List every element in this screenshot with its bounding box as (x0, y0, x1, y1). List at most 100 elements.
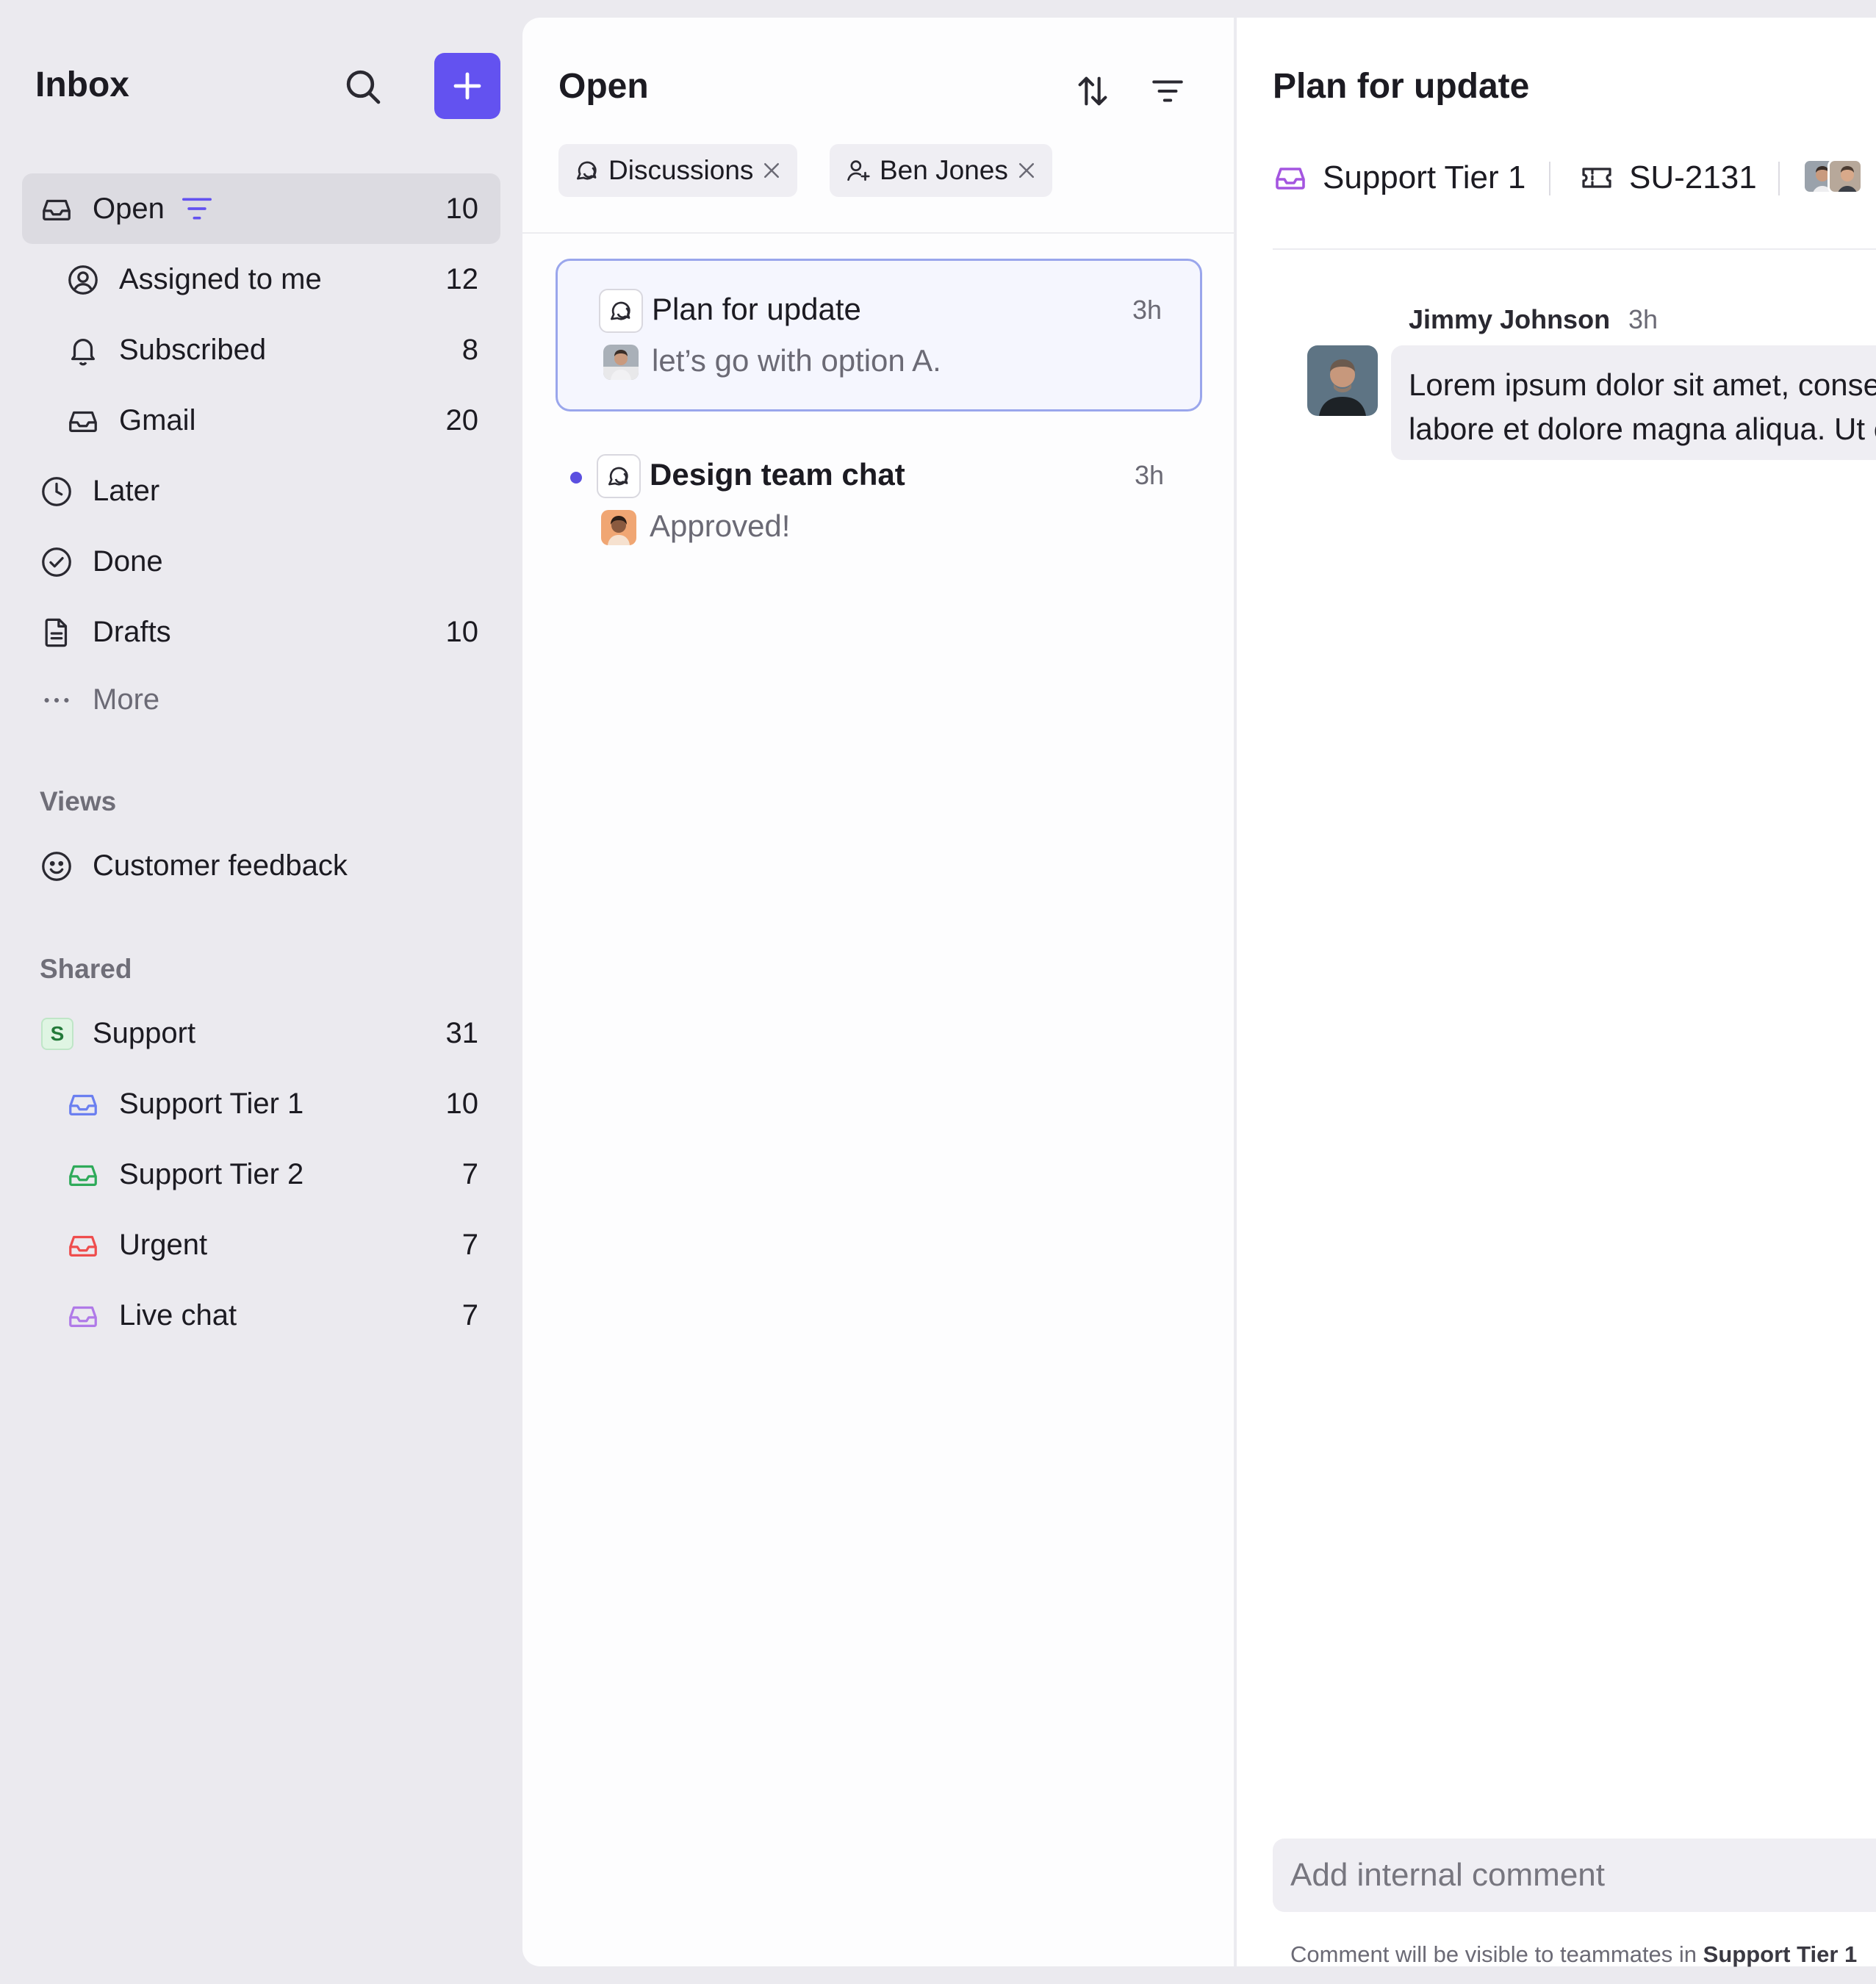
inbox-icon (1276, 168, 1305, 190)
sidebar-item-count: 7 (461, 1158, 478, 1190)
sidebar-item-urgent[interactable]: Urgent 7 (22, 1210, 500, 1280)
sidebar-item-label: Live chat (119, 1299, 237, 1331)
divider (1273, 248, 1876, 250)
inbox-icon (69, 1165, 97, 1187)
sidebar-item-later[interactable]: Later (22, 456, 500, 526)
sidebar-item-done[interactable]: Done (22, 526, 500, 597)
close-icon[interactable] (1016, 159, 1038, 181)
sidebar-item-support-tier-2[interactable]: Support Tier 2 7 (22, 1139, 500, 1210)
inbox-icon (69, 1235, 97, 1257)
sidebar-item-label: Gmail (119, 404, 196, 436)
conversation-item-design-team-chat[interactable]: Design team chat 3h Approved! (556, 426, 1202, 579)
sidebar-item-subscribed[interactable]: Subscribed 8 (22, 315, 500, 385)
comment-hint: Comment will be visible to teammates in … (1290, 1941, 1857, 1968)
sidebar-item-gmail[interactable]: Gmail 20 (22, 385, 500, 456)
views-heading: Views (40, 786, 117, 816)
sidebar-item-customer-feedback[interactable]: Customer feedback (22, 830, 500, 901)
sidebar-item-label: More (93, 683, 160, 716)
conversation-detail-panel: Plan for update Support Tier 1 SU-2131 J… (1237, 18, 1876, 1968)
sidebar-item-live-chat[interactable]: Live chat 7 (22, 1280, 500, 1351)
sidebar-item-drafts[interactable]: Drafts 10 (22, 597, 500, 667)
comment-composer[interactable] (1273, 1839, 1876, 1912)
ticket-label: SU-2131 (1629, 159, 1757, 195)
compose-button[interactable] (434, 53, 500, 119)
sidebar-header: Inbox (35, 51, 506, 122)
divider (522, 232, 1234, 234)
conversation-title: Design team chat (650, 457, 905, 492)
list-title: Open (558, 67, 649, 106)
document-icon (45, 618, 68, 647)
inbox-icon (43, 199, 71, 221)
sidebar-title: Inbox (35, 65, 129, 104)
conversation-title: Plan for update (652, 292, 861, 326)
conversation-title: Plan for update (1273, 67, 1530, 106)
close-icon[interactable] (761, 159, 783, 181)
sidebar-item-label: Drafts (93, 616, 171, 648)
sidebar-item-count: 10 (445, 193, 479, 225)
sidebar-item-support[interactable]: S Support 31 (22, 998, 500, 1068)
chip-label: Ben Jones (880, 155, 1008, 185)
user-circle-icon (68, 265, 98, 295)
filter-icon[interactable] (181, 194, 213, 223)
unread-indicator (570, 472, 582, 484)
more-horizontal-icon (44, 697, 69, 703)
filter-icon (1152, 80, 1183, 102)
sidebar-item-count: 7 (461, 1229, 478, 1261)
smiley-icon (42, 852, 71, 881)
inbox-selector[interactable]: Support Tier 1 (1273, 156, 1525, 200)
message-author: Jimmy Johnson (1409, 304, 1611, 334)
filter-chip-discussions[interactable]: Discussions (558, 144, 798, 197)
sidebar-item-count: 12 (445, 263, 479, 295)
sidebar-item-label: Done (93, 545, 163, 578)
comment-hint-text: Comment will be visible to teammates in (1290, 1941, 1697, 1967)
sidebar-item-count: 7 (461, 1299, 478, 1331)
sidebar: Inbox Open 10 Assigned to me 12 Subscrib… (0, 0, 522, 1984)
ticket-icon (1582, 168, 1611, 188)
sidebar-item-label: Open (93, 193, 165, 225)
conversation-item-plan-for-update[interactable]: Plan for update 3h let’s go with option … (556, 259, 1202, 411)
inbox-icon (69, 1306, 97, 1328)
conversation-time: 3h (1132, 295, 1162, 325)
message-time: 3h (1628, 304, 1658, 334)
filter-chip-ben-jones[interactable]: Ben Jones (830, 144, 1052, 197)
comment-input[interactable] (1290, 1839, 1876, 1912)
avatar (601, 510, 636, 545)
conversation-preview: let’s go with option A. (652, 343, 941, 378)
sidebar-item-label: Customer feedback (93, 849, 348, 882)
divider (1549, 162, 1550, 195)
sidebar-item-support-tier-1[interactable]: Support Tier 1 10 (22, 1068, 500, 1139)
message-text: labore et dolore magna aliqua. Ut enim a… (1409, 411, 1876, 446)
filter-button[interactable] (1141, 65, 1194, 118)
comment-hint-inbox: Support Tier 1 (1703, 1941, 1858, 1967)
participants[interactable] (1803, 159, 1863, 194)
avatar (1307, 345, 1378, 416)
inbox-icon (69, 1094, 97, 1116)
inbox-icon (69, 411, 97, 433)
sort-button[interactable] (1066, 65, 1119, 118)
sidebar-item-label: Urgent (119, 1229, 208, 1261)
avatar (603, 345, 639, 380)
sidebar-item-count: 10 (445, 616, 479, 648)
sidebar-item-count: 31 (445, 1017, 479, 1049)
message-text: Lorem ipsum dolor sit amet, consectetur … (1409, 367, 1876, 402)
sidebar-item-count: 10 (445, 1088, 479, 1120)
sidebar-item-more[interactable]: More (22, 664, 500, 735)
inbox-label: Support Tier 1 (1323, 159, 1526, 195)
team-badge: S (41, 1018, 73, 1050)
conversation-list-panel: Open Discussions Ben Jones Plan for upda… (522, 18, 1235, 1966)
sidebar-item-label: Support (93, 1017, 196, 1049)
plus-icon (453, 72, 481, 100)
bell-icon (71, 339, 96, 366)
conversation-type (597, 454, 641, 498)
sidebar-item-label: Support Tier 1 (119, 1088, 304, 1120)
discussion-icon (608, 467, 628, 486)
divider (1778, 162, 1780, 195)
search-button[interactable] (337, 60, 389, 113)
avatar (1828, 159, 1863, 194)
sidebar-item-open[interactable]: Open 10 (22, 173, 500, 244)
clock-icon (42, 477, 71, 506)
user-icon (847, 160, 870, 181)
sidebar-item-assigned-to-me[interactable]: Assigned to me 12 (22, 244, 500, 315)
sidebar-item-count: 8 (461, 334, 478, 366)
ticket-id[interactable]: SU-2131 (1579, 156, 1757, 200)
